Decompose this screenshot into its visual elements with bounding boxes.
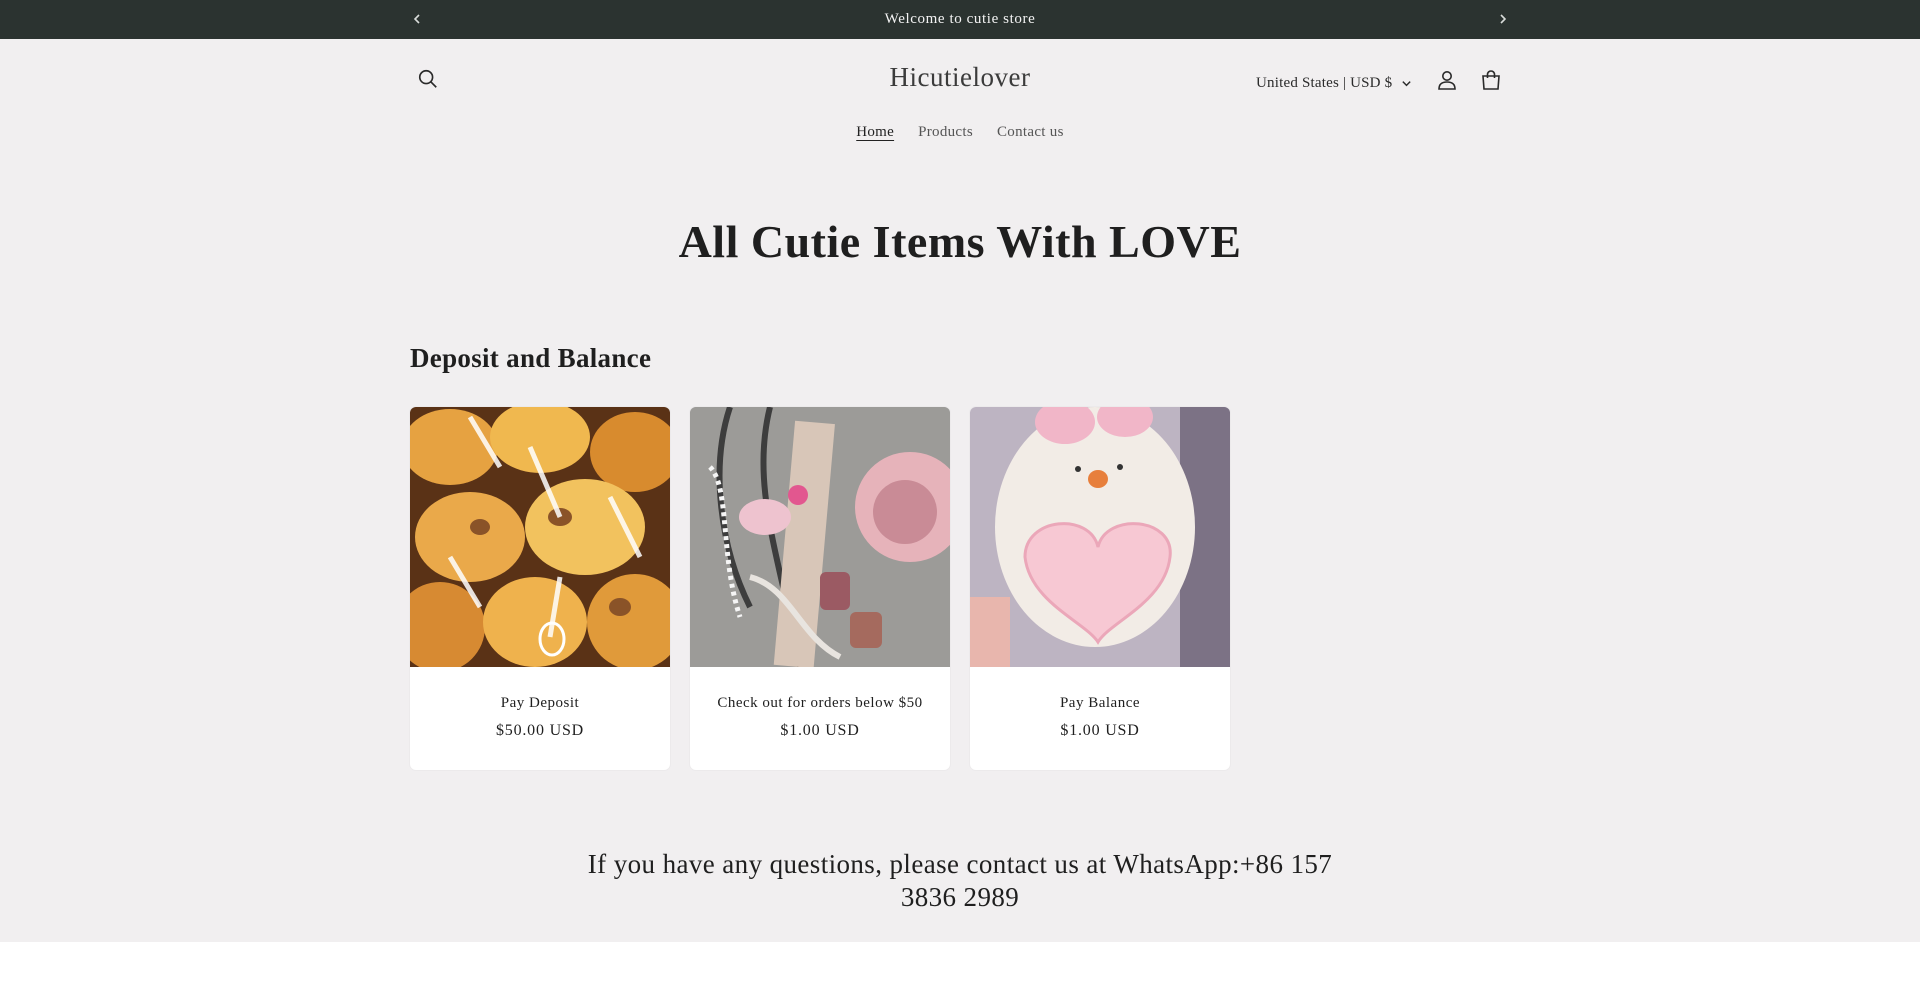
chevron-down-icon — [1402, 80, 1412, 86]
currency-label: United States | USD $ — [1256, 74, 1393, 91]
search-button[interactable] — [417, 68, 447, 98]
product-image-bear-plush[interactable] — [970, 407, 1230, 667]
announcement-text: Welcome to cutie store — [884, 11, 1036, 27]
currency-selector[interactable]: United States | USD $ — [1256, 71, 1426, 95]
chevron-right-icon — [1500, 14, 1507, 24]
product-title[interactable]: Pay Deposit — [410, 695, 670, 712]
cart-icon — [1482, 70, 1500, 90]
announcement-next-button[interactable] — [1492, 8, 1514, 30]
collection-title: Deposit and Balance — [410, 343, 652, 373]
nav-item-contact[interactable]: Contact us — [997, 124, 1064, 141]
cart-button[interactable] — [1479, 68, 1505, 94]
product-card-checkout-below-50[interactable]: Check out for orders below $50 $1.00 USD — [690, 407, 950, 770]
announcement-bar: Welcome to cutie store — [0, 0, 1920, 39]
contact-message: If you have any questions, please contac… — [587, 849, 1333, 912]
account-icon — [1438, 71, 1456, 90]
footer — [0, 942, 1920, 993]
product-price: $50.00 USD — [495, 722, 584, 739]
account-button[interactable] — [1435, 68, 1461, 94]
site-logo[interactable]: Hicutielover — [760, 62, 1160, 93]
site-header: Hicutielover United States | USD $ Home … — [0, 39, 1920, 159]
product-price: $1.00 USD — [1060, 722, 1140, 739]
search-icon — [418, 69, 437, 88]
product-image-bag-charms[interactable] — [690, 407, 950, 667]
product-image-orange-plush[interactable] — [410, 407, 670, 667]
product-card-pay-deposit[interactable]: Pay Deposit $50.00 USD — [410, 407, 670, 770]
product-price: $1.00 USD — [780, 722, 860, 739]
product-title[interactable]: Check out for orders below $50 — [690, 695, 950, 712]
nav-item-home[interactable]: Home — [856, 124, 894, 141]
chevron-left-icon — [413, 14, 420, 24]
main-nav: Home Products Contact us — [0, 124, 1920, 141]
nav-item-products[interactable]: Products — [918, 124, 973, 141]
product-card-pay-balance[interactable]: Pay Balance $1.00 USD — [970, 407, 1230, 770]
product-title[interactable]: Pay Balance — [970, 695, 1230, 712]
announcement-prev-button[interactable] — [406, 8, 428, 30]
product-grid: Pay Deposit $50.00 USD Check out for ord… — [410, 407, 1230, 770]
page-title: All Cutie Items With LOVE — [678, 216, 1242, 267]
